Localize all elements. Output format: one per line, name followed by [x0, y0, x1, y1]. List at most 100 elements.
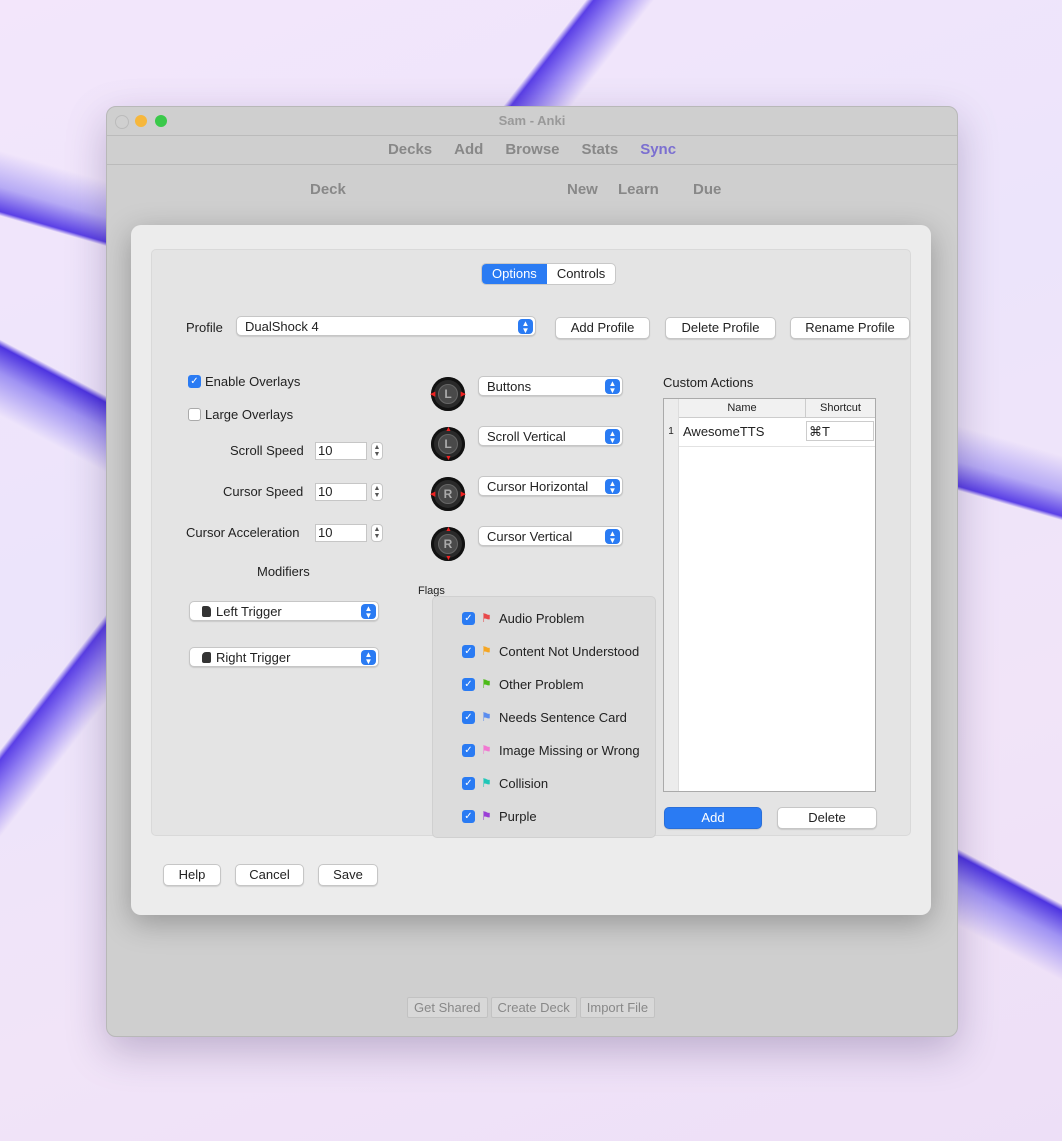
- flag-checkbox[interactable]: ✓: [462, 645, 475, 658]
- flag-checkbox[interactable]: ✓: [462, 678, 475, 691]
- left-stick-horizontal-select[interactable]: Buttons ▲ ▼: [478, 376, 623, 396]
- flag-checkbox[interactable]: ✓: [462, 777, 475, 790]
- right-stick-horizontal-select[interactable]: Cursor Horizontal ▲ ▼: [478, 476, 623, 496]
- flags-group: ✓ ⚑ Audio Problem ✓ ⚑ Content Not Understood ✓…: [432, 596, 656, 838]
- left-modifier-select[interactable]: Left Trigger ▲ ▼: [189, 601, 379, 621]
- window-title: Sam - Anki: [498, 113, 566, 128]
- right-stick-vertical-select[interactable]: Cursor Vertical ▲ ▼: [478, 526, 623, 546]
- flag-checkbox[interactable]: ✓: [462, 810, 475, 823]
- cursor-acceleration-input[interactable]: 10: [315, 524, 367, 542]
- chevron-updown-icon: ▲ ▼: [361, 650, 376, 666]
- save-button[interactable]: Save: [318, 864, 378, 886]
- name-column-header[interactable]: Name: [679, 399, 806, 418]
- new-column-header: New: [567, 181, 598, 198]
- chevron-updown-icon: ▲ ▼: [518, 319, 533, 335]
- delete-profile-button[interactable]: Delete Profile: [665, 317, 776, 339]
- cursor-acceleration-label: Cursor Acceleration: [186, 525, 300, 540]
- shortcut-column-header[interactable]: Shortcut: [806, 399, 875, 418]
- deck-column-header: Deck: [310, 181, 346, 198]
- right-stick-letter: R: [438, 484, 458, 504]
- get-shared-button[interactable]: Get Shared: [407, 997, 488, 1018]
- flag-checkbox[interactable]: ✓: [462, 744, 475, 757]
- title-bar: Sam - Anki: [107, 107, 957, 135]
- rename-profile-button[interactable]: Rename Profile: [790, 317, 910, 339]
- flag-icon: ⚑: [481, 743, 492, 757]
- enable-overlays-checkbox[interactable]: ✓: [188, 375, 201, 388]
- enable-overlays-label: Enable Overlays: [205, 374, 301, 389]
- flag-icon: ⚑: [481, 776, 492, 790]
- toolbar-sync[interactable]: Sync: [640, 136, 676, 164]
- flag-checkbox[interactable]: ✓: [462, 711, 475, 724]
- right-stick-letter: R: [438, 534, 458, 554]
- left-stick-icon: ◀ ▶ L: [430, 377, 466, 411]
- stepper-arrows-icon[interactable]: ▲ ▼: [371, 442, 383, 460]
- right-modifier-value: Right Trigger: [216, 650, 291, 665]
- flag-icon: ⚑: [481, 644, 492, 658]
- flag-label: Purple: [499, 809, 537, 824]
- learn-column-header: Learn: [618, 181, 659, 198]
- left-stick-vertical-select[interactable]: Scroll Vertical ▲ ▼: [478, 426, 623, 446]
- help-button[interactable]: Help: [163, 864, 221, 886]
- profile-label: Profile: [186, 320, 223, 335]
- right-stick-horizontal-value: Cursor Horizontal: [487, 479, 589, 494]
- minimize-window-button[interactable]: [135, 115, 147, 127]
- cursor-speed-input[interactable]: 10: [315, 483, 367, 501]
- deck-actions: Get Shared Create Deck Import File: [407, 997, 656, 1018]
- left-modifier-value: Left Trigger: [216, 604, 282, 619]
- left-stick-horizontal-value: Buttons: [487, 379, 532, 394]
- cancel-button[interactable]: Cancel: [235, 864, 304, 886]
- stepper-arrows-icon[interactable]: ▲ ▼: [371, 524, 383, 542]
- add-profile-button[interactable]: Add Profile: [555, 317, 650, 339]
- scroll-speed-label: Scroll Speed: [230, 443, 304, 458]
- import-file-button[interactable]: Import File: [579, 997, 656, 1018]
- flag-icon: ⚑: [481, 809, 492, 823]
- flag-label: Audio Problem: [499, 611, 585, 626]
- toolbar-decks[interactable]: Decks: [388, 136, 432, 164]
- left-stick-vertical-value: Scroll Vertical: [487, 429, 566, 444]
- action-shortcut-cell[interactable]: ⌘T: [806, 421, 874, 441]
- action-name-cell[interactable]: AwesomeTTS: [683, 421, 764, 443]
- profile-select-value: DualShock 4: [245, 319, 319, 334]
- flag-icon: ⚑: [481, 677, 492, 691]
- flag-label: Other Problem: [499, 677, 584, 692]
- main-toolbar: Decks Add Browse Stats Sync: [107, 135, 957, 165]
- chevron-updown-icon: ▲ ▼: [605, 429, 620, 445]
- right-stick-vertical-value: Cursor Vertical: [487, 529, 573, 544]
- zoom-window-button[interactable]: [155, 115, 167, 127]
- toolbar-stats[interactable]: Stats: [582, 136, 619, 164]
- profile-select[interactable]: DualShock 4 ▲ ▼: [236, 316, 536, 336]
- left-stick-letter: L: [438, 384, 458, 404]
- toolbar-browse[interactable]: Browse: [505, 136, 559, 164]
- large-overlays-checkbox[interactable]: [188, 408, 201, 421]
- flag-label: Image Missing or Wrong: [499, 743, 640, 758]
- due-column-header: Due: [693, 181, 722, 198]
- row-number-gutter: [664, 399, 679, 791]
- cursor-speed-label: Cursor Speed: [223, 484, 304, 499]
- close-window-button[interactable]: [115, 115, 129, 129]
- options-dialog: Options Controls Profile DualShock 4 ▲ ▼ …: [131, 225, 931, 915]
- flag-label: Collision: [499, 776, 549, 791]
- tab-controls[interactable]: Controls: [547, 264, 615, 284]
- custom-actions-title: Custom Actions: [663, 375, 754, 390]
- chevron-updown-icon: ▲ ▼: [605, 379, 620, 395]
- left-stick-icon: ▲ ▼ L: [431, 426, 465, 462]
- flag-label: Needs Sentence Card: [499, 710, 627, 725]
- custom-actions-table[interactable]: Name Shortcut 1 AwesomeTTS ⌘T: [663, 398, 876, 792]
- flag-checkbox[interactable]: ✓: [462, 612, 475, 625]
- options-panel: Options Controls Profile DualShock 4 ▲ ▼ …: [151, 249, 911, 838]
- large-overlays-label: Large Overlays: [205, 407, 294, 422]
- tab-options[interactable]: Options: [482, 264, 547, 284]
- add-action-button[interactable]: Add: [664, 807, 762, 829]
- right-stick-icon: ◀ ▶ R: [430, 477, 466, 511]
- right-modifier-select[interactable]: Right Trigger ▲ ▼: [189, 647, 379, 667]
- toolbar-add[interactable]: Add: [454, 136, 483, 164]
- trigger-icon: [202, 652, 211, 663]
- trigger-icon: [202, 606, 211, 617]
- flag-icon: ⚑: [481, 611, 492, 625]
- create-deck-button[interactable]: Create Deck: [490, 997, 577, 1018]
- scroll-speed-input[interactable]: 10: [315, 442, 367, 460]
- delete-action-button[interactable]: Delete: [777, 807, 877, 829]
- chevron-updown-icon: ▲ ▼: [361, 604, 376, 620]
- row-number: 1: [668, 426, 674, 437]
- stepper-arrows-icon[interactable]: ▲ ▼: [371, 483, 383, 501]
